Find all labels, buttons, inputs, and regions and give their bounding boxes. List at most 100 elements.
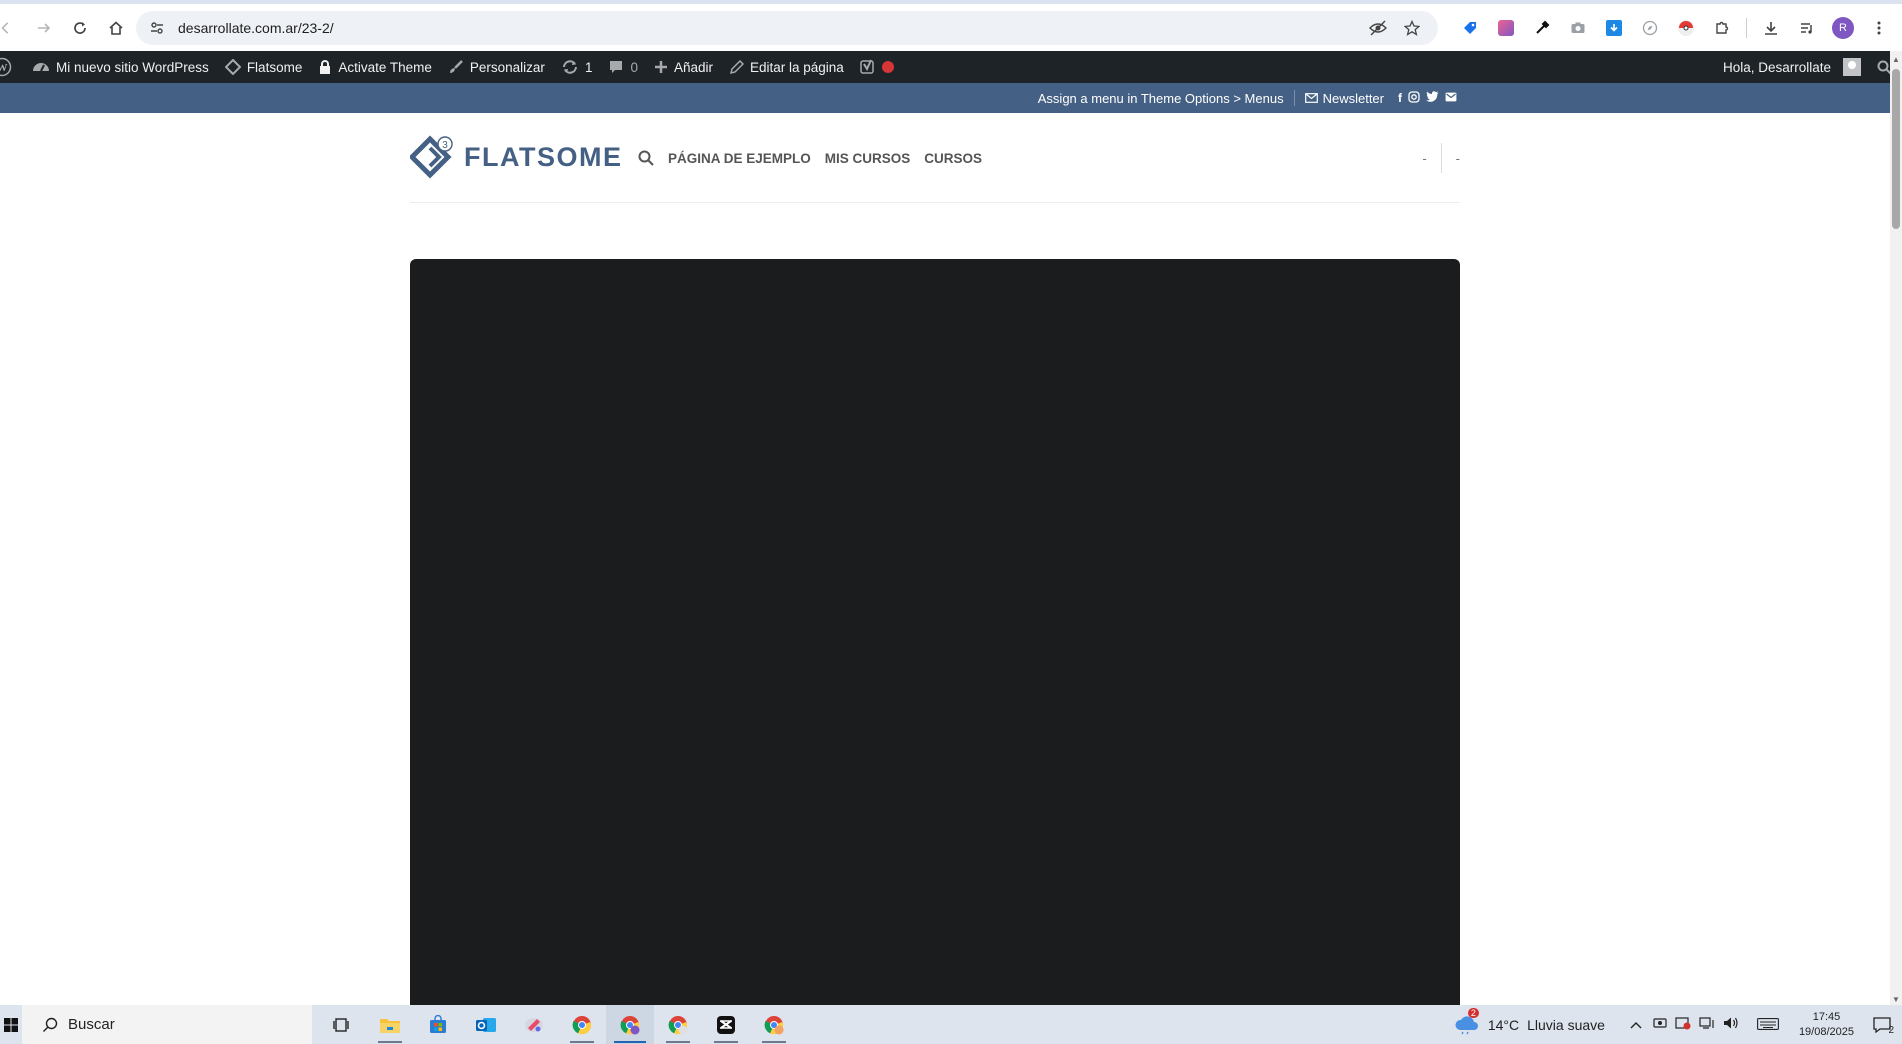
video-player[interactable] bbox=[410, 259, 1460, 1044]
meet-now-icon[interactable] bbox=[1653, 1016, 1667, 1033]
nav-item-sample-page[interactable]: PÁGINA DE EJEMPLO bbox=[668, 151, 811, 166]
header-cart-link[interactable]: - bbox=[1456, 151, 1460, 166]
back-button[interactable] bbox=[0, 10, 16, 46]
microsoft-store-icon[interactable] bbox=[414, 1005, 462, 1044]
clock[interactable]: 17:45 19/08/2025 bbox=[1799, 1010, 1854, 1040]
seo-status-dot bbox=[881, 61, 894, 73]
notifications-button[interactable]: 2 bbox=[1872, 1016, 1894, 1036]
network-icon[interactable] bbox=[1699, 1016, 1715, 1033]
nav-item-my-courses[interactable]: MIS CURSOS bbox=[825, 151, 911, 166]
header-account-link[interactable]: - bbox=[1422, 151, 1426, 166]
twitter-icon[interactable] bbox=[1426, 91, 1439, 105]
customize-menu[interactable]: Personalizar bbox=[440, 51, 553, 83]
email-icon[interactable] bbox=[1445, 91, 1457, 105]
volume-icon[interactable] bbox=[1723, 1016, 1739, 1033]
menu-icon[interactable] bbox=[1861, 11, 1897, 45]
security-icon[interactable] bbox=[1675, 1016, 1691, 1033]
updates-icon bbox=[562, 60, 577, 74]
file-explorer-icon[interactable] bbox=[366, 1005, 414, 1044]
activate-theme-label: Activate Theme bbox=[338, 59, 432, 75]
weather-desc: Lluvia suave bbox=[1527, 1016, 1605, 1033]
scroll-down-icon[interactable]: ▼ bbox=[1890, 993, 1902, 1005]
taskbar-apps bbox=[318, 1005, 798, 1044]
menu-notice-link[interactable]: Assign a menu in Theme Options > Menus bbox=[1038, 91, 1284, 106]
url-text[interactable]: desarrollate.com.ar/23-2/ bbox=[178, 20, 1366, 36]
download-extension-icon[interactable] bbox=[1596, 11, 1632, 45]
gradient-extension-icon[interactable] bbox=[1488, 11, 1524, 45]
keyboard-icon[interactable] bbox=[1756, 1017, 1779, 1033]
reload-icon bbox=[74, 21, 86, 34]
updates-menu[interactable]: 1 bbox=[553, 51, 601, 83]
header-search-button[interactable] bbox=[638, 150, 654, 166]
scroll-thumb[interactable] bbox=[1892, 69, 1900, 229]
add-new-menu[interactable]: Añadir bbox=[646, 51, 721, 83]
windows-taskbar: Buscar 2 14°C Lluvia suave 17:45 19/08/2… bbox=[0, 1005, 1902, 1044]
top-bar-right: Assign a menu in Theme Options > Menus N… bbox=[1038, 83, 1457, 113]
nav-item-courses[interactable]: CURSOS bbox=[924, 151, 982, 166]
comments-count: 0 bbox=[630, 59, 638, 75]
search-icon bbox=[638, 150, 654, 166]
scroll-up-icon[interactable]: ▲ bbox=[1890, 53, 1902, 65]
clock-date: 19/08/2025 bbox=[1798, 1025, 1854, 1038]
profile-avatar[interactable]: R bbox=[1825, 11, 1861, 45]
media-controls-icon[interactable] bbox=[1789, 11, 1825, 45]
flatsome-menu[interactable]: Flatsome bbox=[217, 51, 311, 83]
chrome-icon[interactable] bbox=[654, 1005, 702, 1044]
svg-text:W: W bbox=[0, 62, 8, 74]
comments-menu[interactable]: 0 bbox=[600, 51, 646, 83]
app-icon[interactable] bbox=[510, 1005, 558, 1044]
wordpress-icon: W bbox=[0, 57, 12, 77]
facebook-icon[interactable]: f bbox=[1398, 91, 1402, 105]
brush-icon bbox=[449, 60, 463, 73]
eyedropper-extension-icon[interactable] bbox=[1524, 11, 1560, 45]
site-name-menu[interactable]: Mi nuevo sitio WordPress bbox=[24, 51, 217, 83]
plus-icon bbox=[654, 61, 667, 73]
chrome-profile-icon[interactable] bbox=[606, 1005, 654, 1044]
updates-count: 1 bbox=[584, 59, 593, 75]
admin-bar-secondary: Hola, Desarrollate bbox=[1715, 51, 1902, 83]
tune-icon bbox=[151, 22, 163, 34]
taskbar-search[interactable]: Buscar bbox=[22, 1005, 312, 1044]
site-info-button[interactable] bbox=[140, 11, 174, 45]
chevron-up-icon[interactable] bbox=[1629, 1017, 1643, 1033]
task-view-icon[interactable] bbox=[318, 1005, 366, 1044]
social-icons: f bbox=[1398, 90, 1457, 106]
start-button[interactable] bbox=[0, 1005, 22, 1044]
edit-page-menu[interactable]: Editar la página bbox=[721, 51, 852, 83]
bookmark-star-icon[interactable] bbox=[1400, 16, 1424, 40]
compass-extension-icon[interactable] bbox=[1632, 11, 1668, 45]
newsletter-link[interactable]: Newsletter bbox=[1304, 91, 1384, 106]
envelope-icon bbox=[1304, 93, 1318, 103]
notifications-count: 2 bbox=[1888, 1024, 1894, 1036]
forward-arrow-icon bbox=[38, 22, 51, 33]
forward-button[interactable] bbox=[26, 10, 62, 46]
clock-time: 17:45 bbox=[1812, 1010, 1841, 1023]
instagram-icon[interactable] bbox=[1408, 90, 1420, 106]
rain-cloud-icon bbox=[1455, 1015, 1478, 1034]
my-account-menu[interactable]: Hola, Desarrollate bbox=[1715, 51, 1869, 83]
site-logo[interactable]: 3 FLATSOME bbox=[410, 133, 622, 181]
yoast-icon bbox=[860, 59, 874, 74]
chrome-icon[interactable] bbox=[750, 1005, 798, 1044]
chrome-icon[interactable] bbox=[558, 1005, 606, 1044]
add-new-label: Añadir bbox=[673, 59, 713, 75]
reload-button[interactable] bbox=[62, 10, 98, 46]
page-scrollbar[interactable]: ▲ ▼ bbox=[1890, 51, 1902, 1007]
eye-off-icon[interactable] bbox=[1366, 16, 1390, 40]
activate-theme-menu[interactable]: Activate Theme bbox=[310, 51, 440, 83]
address-bar[interactable]: desarrollate.com.ar/23-2/ bbox=[136, 11, 1438, 45]
capcut-icon[interactable] bbox=[702, 1005, 750, 1044]
wp-logo-menu[interactable]: W bbox=[0, 51, 12, 83]
home-button[interactable] bbox=[98, 10, 134, 46]
tag-extension-icon[interactable] bbox=[1452, 11, 1488, 45]
profile-initial: R bbox=[1832, 17, 1854, 39]
outlook-icon[interactable] bbox=[462, 1005, 510, 1044]
logo-text: FLATSOME bbox=[464, 141, 623, 172]
pokeball-extension-icon[interactable] bbox=[1668, 11, 1704, 45]
yoast-menu[interactable] bbox=[852, 51, 902, 83]
puzzle-extensions-icon[interactable] bbox=[1704, 11, 1740, 45]
downloads-icon[interactable] bbox=[1753, 11, 1789, 45]
weather-widget[interactable]: 2 14°C Lluvia suave bbox=[1454, 1007, 1605, 1035]
site-name-label: Mi nuevo sitio WordPress bbox=[56, 59, 209, 75]
camera-extension-icon[interactable] bbox=[1560, 11, 1596, 45]
